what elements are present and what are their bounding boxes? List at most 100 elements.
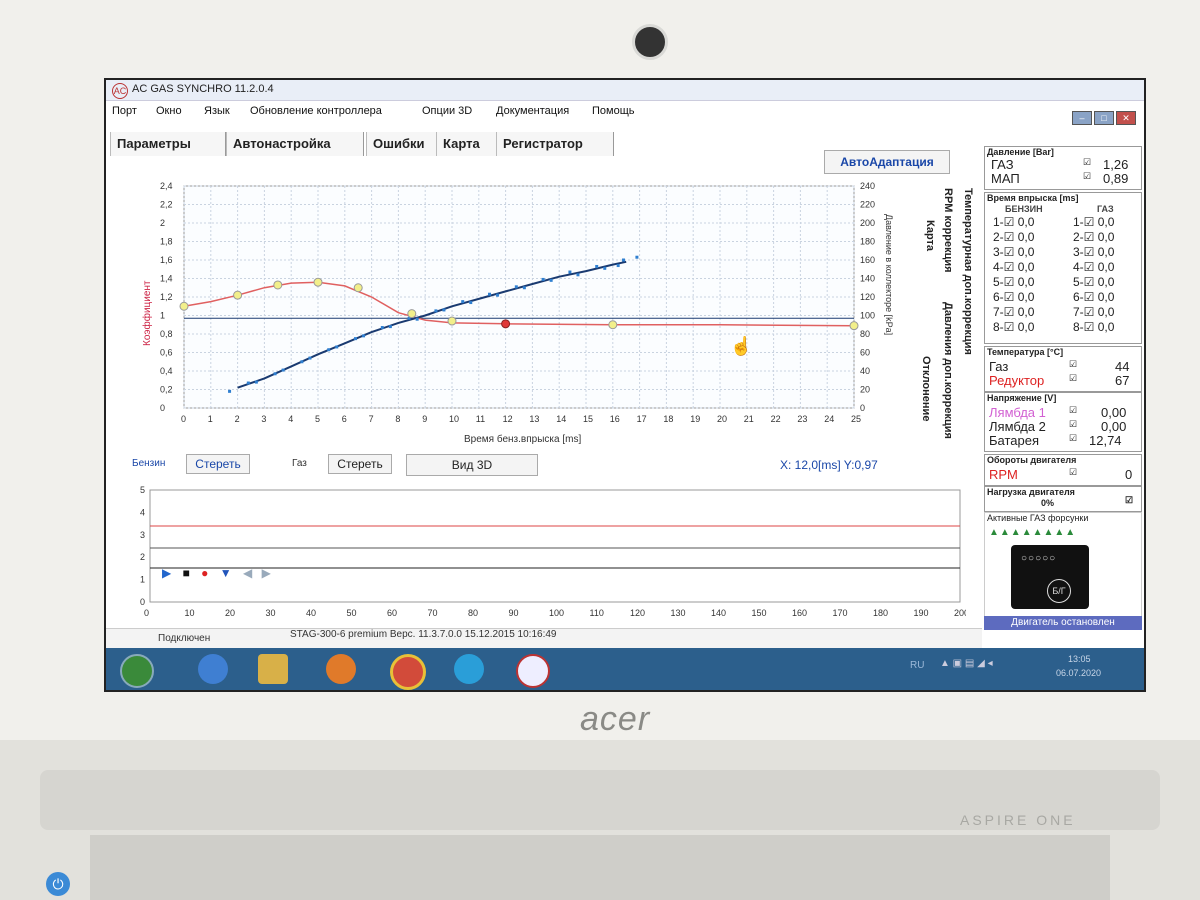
media-player-icon[interactable] bbox=[326, 654, 356, 684]
correction-marker bbox=[407, 309, 417, 319]
injection-group: Время впрыска [ms] БЕНЗИН ГАЗ 1-☑ 0,0 1-☑… bbox=[984, 192, 1142, 344]
correction-marker bbox=[273, 280, 283, 290]
scatter-point bbox=[362, 334, 366, 338]
correction-marker bbox=[313, 277, 323, 287]
gas-pressure-check[interactable]: ☑ bbox=[1083, 157, 1091, 168]
temp-gas-check[interactable]: ☑ bbox=[1069, 359, 1077, 370]
recorder-x-tick: 70 bbox=[428, 608, 438, 618]
voltage-title: Напряжение [V] bbox=[987, 393, 1057, 403]
y2-tick-label: 60 bbox=[860, 348, 870, 358]
gas-clear-button[interactable]: Стереть bbox=[328, 454, 392, 474]
y2-tick-label: 140 bbox=[860, 274, 875, 284]
tab-temperature-correction[interactable]: Температурная доп.коррекция bbox=[962, 188, 974, 355]
chrome-icon[interactable] bbox=[390, 654, 426, 690]
stop-icon[interactable]: ■ bbox=[183, 566, 190, 580]
scatter-point bbox=[354, 337, 358, 341]
scatter-point bbox=[228, 389, 232, 393]
scatter-point bbox=[576, 273, 580, 277]
scatter-point bbox=[388, 325, 392, 329]
y-tick-label: 0 bbox=[160, 403, 165, 413]
y-tick-label: 1,4 bbox=[160, 274, 173, 284]
app-icon: AC bbox=[112, 83, 128, 99]
menu-language[interactable]: Язык bbox=[204, 105, 230, 117]
tab-deviation[interactable]: Отклонение bbox=[920, 356, 932, 421]
tab-errors[interactable]: Ошибки bbox=[366, 132, 440, 156]
x-tick-label: 10 bbox=[449, 414, 459, 424]
injector-gas-value: 2-☑ 0,0 bbox=[1073, 230, 1115, 244]
injector-row: 4-☑ 0,0 bbox=[993, 260, 1035, 274]
y2-tick-label: 180 bbox=[860, 237, 875, 247]
menu-options-3d[interactable]: Опции 3D bbox=[422, 105, 472, 117]
lambda2-check[interactable]: ☑ bbox=[1069, 419, 1077, 430]
menu-window[interactable]: Окно bbox=[156, 105, 182, 117]
benzin-column-title: БЕНЗИН bbox=[1005, 204, 1043, 214]
temp-reducer-check[interactable]: ☑ bbox=[1069, 373, 1077, 384]
voltage-group: Напряжение [V] Лямбда 1 ☑ 0,00 Лямбда 2 … bbox=[984, 392, 1142, 452]
gas-switch-panel[interactable]: ○○○○○ Б/Г bbox=[1011, 545, 1089, 609]
tab-rpm-correction[interactable]: RPM коррекция bbox=[942, 188, 954, 273]
recorder-plot-area bbox=[149, 489, 961, 603]
scatter-point bbox=[496, 293, 500, 297]
x-tick-label: 16 bbox=[610, 414, 620, 424]
battery-check[interactable]: ☑ bbox=[1069, 433, 1077, 444]
tab-parameters[interactable]: Параметры bbox=[110, 132, 226, 156]
prev-icon[interactable]: ◀ bbox=[243, 566, 252, 580]
play-icon[interactable]: ▶ bbox=[162, 566, 171, 580]
temp-gas-label: Газ bbox=[989, 359, 1009, 374]
correction-marker bbox=[849, 321, 859, 331]
injector-row: 8-☑ 0,0 bbox=[993, 320, 1035, 334]
tab-map-vertical[interactable]: Карта bbox=[924, 220, 936, 251]
temperature-title: Температура [°C] bbox=[987, 347, 1064, 357]
next-icon[interactable]: ▶ bbox=[262, 566, 271, 580]
tab-recorder[interactable]: Регистратор bbox=[496, 132, 614, 156]
x-tick-label: 19 bbox=[690, 414, 700, 424]
scatter-point bbox=[300, 360, 304, 364]
injector-row: 2-☑ 0,0 bbox=[993, 230, 1035, 244]
load-check[interactable]: ☑ bbox=[1125, 495, 1133, 506]
skype-icon[interactable] bbox=[454, 654, 484, 684]
tab-pressure-correction[interactable]: Давления доп.коррекция bbox=[942, 302, 954, 439]
gas-label: Газ bbox=[292, 458, 307, 469]
recorder-y-tick: 1 bbox=[140, 575, 145, 585]
auto-adaptation-button[interactable]: АвтоАдаптация bbox=[824, 150, 950, 174]
x-tick-label: 0 bbox=[181, 414, 186, 424]
menu-help[interactable]: Помощь bbox=[592, 105, 635, 117]
lambda2-value: 0,00 bbox=[1101, 419, 1127, 434]
switch-leds-icon: ○○○○○ bbox=[1021, 553, 1057, 564]
rpm-check[interactable]: ☑ bbox=[1069, 467, 1077, 478]
menu-documentation[interactable]: Документация bbox=[496, 105, 569, 117]
benzin-clear-button[interactable]: Стереть bbox=[186, 454, 250, 474]
recorder-x-tick: 130 bbox=[671, 608, 686, 618]
scatter-point bbox=[616, 264, 620, 268]
tab-map[interactable]: Карта bbox=[436, 132, 500, 156]
language-indicator[interactable]: RU bbox=[910, 660, 924, 671]
recorder-x-tick: 200 bbox=[954, 608, 966, 618]
menu-update-controller[interactable]: Обновление контроллера bbox=[250, 105, 382, 117]
injector-gas-value: 4-☑ 0,0 bbox=[1073, 260, 1115, 274]
correction-marker bbox=[179, 301, 189, 311]
y-tick-label: 0,2 bbox=[160, 385, 173, 395]
screen: AC AC GAS SYNCHRO 11.2.0.4 – □ ✕ Порт Окно… bbox=[104, 78, 1146, 692]
ac-app-icon[interactable] bbox=[516, 654, 550, 688]
connection-status: Подключен bbox=[158, 633, 211, 644]
x-tick-label: 23 bbox=[797, 414, 807, 424]
menu-port[interactable]: Порт bbox=[112, 105, 137, 117]
active-injectors-icons: ▲▲▲▲▲▲▲▲ bbox=[989, 527, 1077, 538]
injector-gas-value: 1-☑ 0,0 bbox=[1073, 215, 1115, 229]
gas-pressure-value: 1,26 bbox=[1103, 157, 1129, 172]
start-button-icon[interactable] bbox=[120, 654, 154, 688]
explorer-icon[interactable] bbox=[258, 654, 288, 684]
lambda1-check[interactable]: ☑ bbox=[1069, 405, 1077, 416]
view-3d-button[interactable]: Вид 3D bbox=[406, 454, 538, 476]
pressure-group: Давление [Bar] ГАЗ ☑ 1,26 МАП ☑ 0,89 bbox=[984, 146, 1142, 190]
power-icon[interactable]: ⏻ bbox=[46, 872, 70, 896]
y2-axis-label: Давление в коллекторе [kPa] bbox=[884, 214, 894, 335]
switch-button-icon[interactable]: Б/Г bbox=[1047, 579, 1071, 603]
tab-autotuning[interactable]: Автонастройка bbox=[226, 132, 364, 156]
map-pressure-check[interactable]: ☑ bbox=[1083, 171, 1091, 182]
marker-icon[interactable]: ▼ bbox=[220, 566, 232, 580]
recorder-controls: ▶ ■ ● ▼ ◀ ▶ bbox=[162, 566, 271, 580]
ie-icon[interactable] bbox=[198, 654, 228, 684]
scatter-point bbox=[541, 277, 545, 281]
record-icon[interactable]: ● bbox=[201, 566, 208, 580]
